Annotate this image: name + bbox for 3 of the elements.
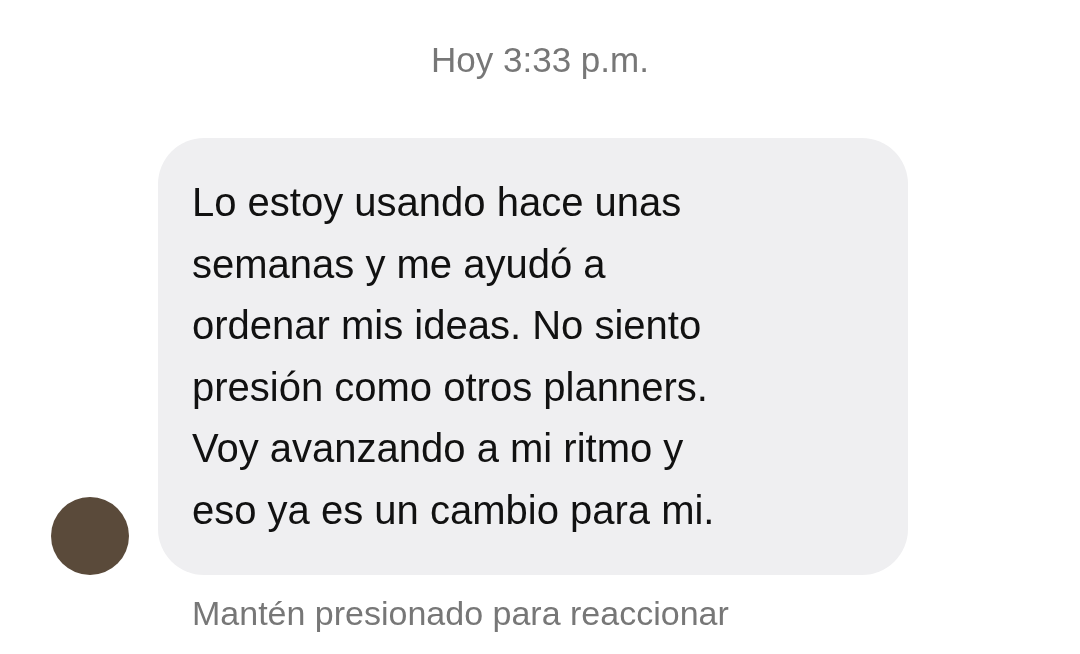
message-timestamp: Hoy 3:33 p.m.: [430, 39, 650, 81]
message-bubble[interactable]: Lo estoy usando hace unas semanas y me ayudó a ordenar mis ideas. No siento presión como otros planners. Voy avanzando a mi ritmo y eso ya es un cambio para mi.: [158, 138, 908, 575]
reaction-hint: Mantén presionado para reaccionar: [191, 593, 730, 634]
